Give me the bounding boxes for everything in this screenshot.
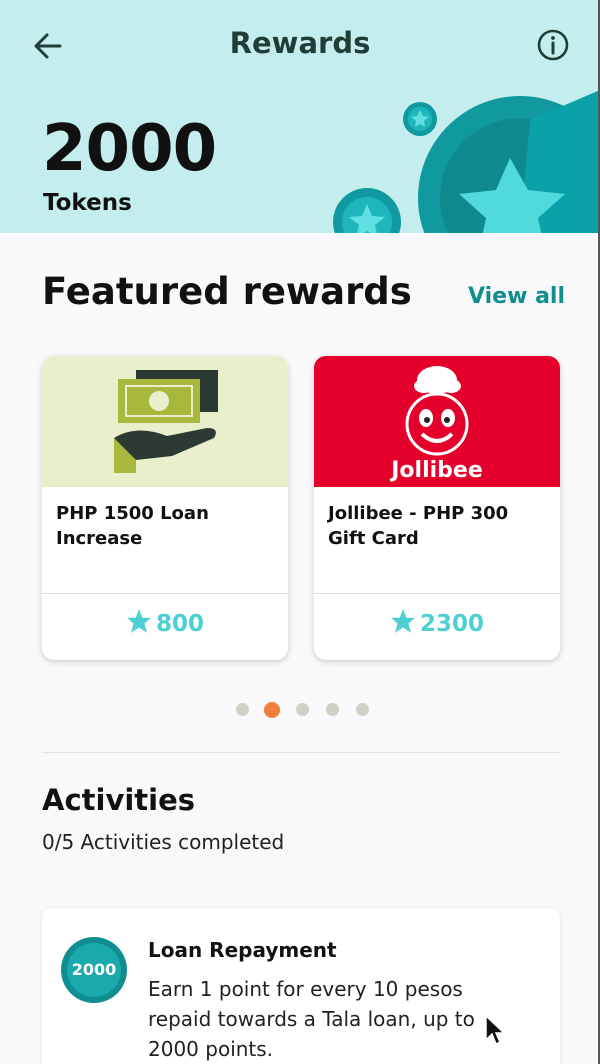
page-title: Rewards [229,26,371,60]
activity-card-loan-repayment[interactable]: 2000 Loan Repayment Earn 1 point for eve… [42,908,560,1064]
reward-card-price: 800 [42,608,288,637]
token-balance: 2000 [42,112,217,186]
reward-card-price-value: 2300 [419,611,484,637]
reward-card-loan-increase[interactable]: PHP 1500 Loan Increase 800 [42,356,288,660]
rewards-header: Rewards 2000 Tokens [0,0,600,233]
pager-dot-5[interactable] [356,703,369,716]
star-icon [391,609,415,633]
reward-card-price: 2300 [314,608,560,637]
card-divider [42,593,288,594]
activities-progress: 0/5 Activities completed [42,830,285,854]
section-divider [42,752,560,753]
jollibee-logo: Jollibee [314,356,560,487]
jollibee-logo-text: Jollibee [389,458,483,483]
info-circle-icon[interactable] [536,28,570,62]
activities-heading: Activities [42,783,196,817]
card-divider [314,593,560,594]
mouse-pointer-icon [485,1014,506,1046]
activity-title: Loan Repayment [148,938,337,962]
reward-card-title: Jollibee - PHP 300 Gift Card [328,503,509,549]
carousel-pager [236,702,376,718]
reward-card-jollibee[interactable]: Jollibee Jollibee - PHP 300 Gift Card 23… [314,356,560,660]
activity-description: Earn 1 point for every 10 pesos repaid t… [148,977,475,1061]
pager-dot-4[interactable] [326,703,339,716]
featured-rewards-heading: Featured rewards [42,270,412,313]
points-badge-value: 2000 [71,960,117,979]
token-label: Tokens [43,190,132,216]
pager-dot-3[interactable] [296,703,309,716]
pager-dot-2-active[interactable] [264,702,280,718]
star-icon [127,609,151,633]
hand-with-cash-icon [42,356,288,487]
view-all-link[interactable]: View all [468,284,565,309]
reward-card-price-value: 800 [155,611,204,637]
pager-dot-1[interactable] [236,703,249,716]
reward-card-title: PHP 1500 Loan Increase [56,503,209,549]
